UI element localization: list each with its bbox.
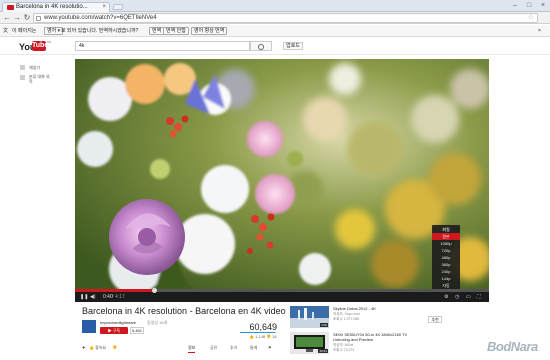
quality-option[interactable]: 144p bbox=[432, 275, 460, 282]
tab-add-to[interactable]: 추가 bbox=[230, 345, 237, 351]
subscribe-label: 구독 bbox=[112, 328, 121, 333]
subscriber-count: 5,451 bbox=[130, 327, 144, 334]
related-title[interactable]: Skyline Dubai 2012 - 4K bbox=[333, 306, 413, 311]
sidebar-item-playlist[interactable]: 재생기 bbox=[29, 65, 40, 70]
reload-icon[interactable]: ↻ bbox=[22, 13, 32, 23]
like-button[interactable]: 👍 좋아요 bbox=[89, 345, 106, 351]
translate-page-label: 이 페이지는 bbox=[12, 28, 37, 34]
like-count-value: 1,148 bbox=[255, 334, 266, 339]
list-icon bbox=[20, 75, 25, 80]
watch-later-icon[interactable]: ◷ bbox=[455, 293, 459, 301]
related-thumbnail[interactable]: 10:41 bbox=[290, 332, 329, 354]
quality-option[interactable]: 480p bbox=[432, 254, 460, 261]
dislike-count[interactable]: 👎 18 bbox=[266, 334, 277, 339]
view-count: 60,649 bbox=[249, 322, 277, 332]
watermark-logo: BodNara bbox=[487, 339, 538, 354]
bookmark-star-icon[interactable]: ☆ bbox=[528, 14, 534, 22]
add-icon[interactable]: ✚ bbox=[82, 345, 85, 350]
maximize-icon[interactable]: □ bbox=[522, 1, 536, 10]
upload-button[interactable]: 업로드 bbox=[283, 42, 303, 50]
search-input[interactable]: 4k bbox=[75, 41, 250, 51]
address-toolbar: ← → ↻ www.youtube.com/watch?v=6QETIleNVe… bbox=[0, 12, 550, 34]
subscribe-button[interactable]: ▶ 구독 bbox=[100, 327, 128, 334]
progress-handle[interactable] bbox=[151, 288, 157, 293]
translate-close-icon[interactable]: × bbox=[538, 27, 541, 35]
related-subscribe-button[interactable]: 추천 bbox=[428, 316, 442, 323]
region-code: KR bbox=[47, 40, 52, 44]
video-player[interactable] bbox=[75, 59, 489, 289]
purple-rose bbox=[109, 199, 185, 275]
sidebar-item-queue[interactable]: 분류 대화 외 목 bbox=[29, 74, 53, 84]
close-window-icon[interactable]: × bbox=[536, 1, 550, 10]
address-bar[interactable]: www.youtube.com/watch?v=6QETIleNVe4 ☆ bbox=[33, 13, 538, 23]
related-views: 조회수 1,377,086 bbox=[333, 317, 360, 321]
quality-option[interactable]: 360p bbox=[432, 261, 460, 268]
translate-message: 로 되어 있습니다. 번역하시겠습니까? bbox=[61, 28, 139, 34]
page-icon bbox=[36, 16, 41, 21]
like-ratio-fill bbox=[240, 332, 275, 333]
channel-video-count[interactable]: 동영상 16개 bbox=[147, 320, 167, 326]
youtube-header: You Tube KR 4k 업로드 bbox=[0, 37, 550, 55]
related-thumbnail[interactable]: 4:00 bbox=[290, 306, 329, 328]
tab-share[interactable]: 공유 bbox=[210, 345, 217, 351]
url-text: www.youtube.com/watch?v=6QETIleNVe4 bbox=[44, 15, 157, 21]
source-language-value: 영어 bbox=[47, 28, 57, 34]
quality-option[interactable]: 원본 bbox=[432, 233, 460, 240]
browser-tab-strip: Barcelona in 4K resolutio... × – □ × bbox=[0, 0, 550, 12]
never-translate-button[interactable]: 번역 안함 bbox=[163, 27, 189, 35]
progress-fill bbox=[75, 289, 154, 292]
browser-tab[interactable]: Barcelona in 4K resolutio... × bbox=[2, 2, 110, 12]
quality-option[interactable]: 자동 bbox=[432, 282, 460, 289]
video-frame bbox=[75, 59, 489, 289]
translate-bar: 文 이 페이지는 영어 ▾ 로 되어 있습니다. 번역하시겠습니까? 번역 번역… bbox=[0, 25, 550, 37]
close-tab-icon[interactable]: × bbox=[102, 3, 106, 12]
dislike-count-value: 18 bbox=[272, 334, 277, 339]
translate-icon: 文 bbox=[3, 28, 9, 34]
quality-menu: 화질 원본 1080p 720p 480p 360p 240p 144p 자동 bbox=[432, 225, 460, 291]
search-button[interactable] bbox=[250, 41, 272, 51]
quality-option[interactable]: 720p bbox=[432, 247, 460, 254]
fullscreen-icon[interactable]: ⛶ bbox=[477, 293, 481, 301]
like-button-label: 좋아요 bbox=[95, 345, 107, 350]
progress-bar[interactable] bbox=[75, 288, 489, 293]
related-title[interactable]: SEIKI SE50UY04 50-in 4K 3840x2160 TV Unb… bbox=[333, 332, 413, 342]
minimize-icon[interactable]: – bbox=[508, 1, 522, 10]
tab-title: Barcelona in 4K resolutio... bbox=[16, 4, 88, 10]
related-channel[interactable]: 작성자: HiDef bbox=[333, 343, 413, 347]
related-duration: 10:41 bbox=[318, 349, 328, 353]
theater-mode-icon[interactable]: ▭ bbox=[466, 293, 471, 301]
video-title: Barcelona in 4K resolution - Barcelona e… bbox=[82, 306, 286, 316]
play-pause-icon[interactable]: ❚❚ bbox=[80, 293, 88, 301]
always-translate-button[interactable]: 영어 항상 번역 bbox=[191, 27, 228, 35]
total-time: 4:17 bbox=[115, 294, 125, 300]
search-value: 4k bbox=[79, 43, 85, 49]
tab-about[interactable]: 정보 bbox=[188, 345, 196, 353]
forward-icon[interactable]: → bbox=[12, 13, 22, 23]
settings-gear-icon[interactable]: ⚙ bbox=[444, 293, 448, 301]
channel-avatar[interactable] bbox=[82, 320, 96, 333]
related-channel[interactable]: 작성자: Voyo.com bbox=[333, 312, 413, 316]
dislike-button[interactable]: 👎 bbox=[112, 345, 117, 350]
tab-statistics[interactable]: 통계 bbox=[250, 345, 257, 351]
time-separator: / bbox=[112, 294, 114, 300]
like-count[interactable]: 👍 1,148 bbox=[249, 334, 265, 339]
youtube-logo-tube[interactable]: Tube bbox=[32, 41, 48, 51]
flag-icon[interactable]: ⚑ bbox=[268, 345, 272, 350]
quality-option[interactable]: 1080p bbox=[432, 240, 460, 247]
list-icon bbox=[20, 65, 25, 70]
channel-name[interactable]: Improvisedlightmare bbox=[100, 320, 136, 325]
volume-icon[interactable]: ◀) bbox=[90, 293, 96, 301]
related-duration: 4:00 bbox=[320, 323, 328, 327]
youtube-favicon-icon bbox=[7, 5, 14, 10]
related-views: 조회수 73,374 bbox=[333, 348, 355, 352]
like-ratio-bar bbox=[240, 332, 277, 333]
quality-option[interactable]: 240p bbox=[432, 268, 460, 275]
translate-button[interactable]: 번역 bbox=[149, 27, 165, 35]
new-tab-button[interactable] bbox=[112, 4, 124, 10]
back-icon[interactable]: ← bbox=[2, 13, 12, 23]
